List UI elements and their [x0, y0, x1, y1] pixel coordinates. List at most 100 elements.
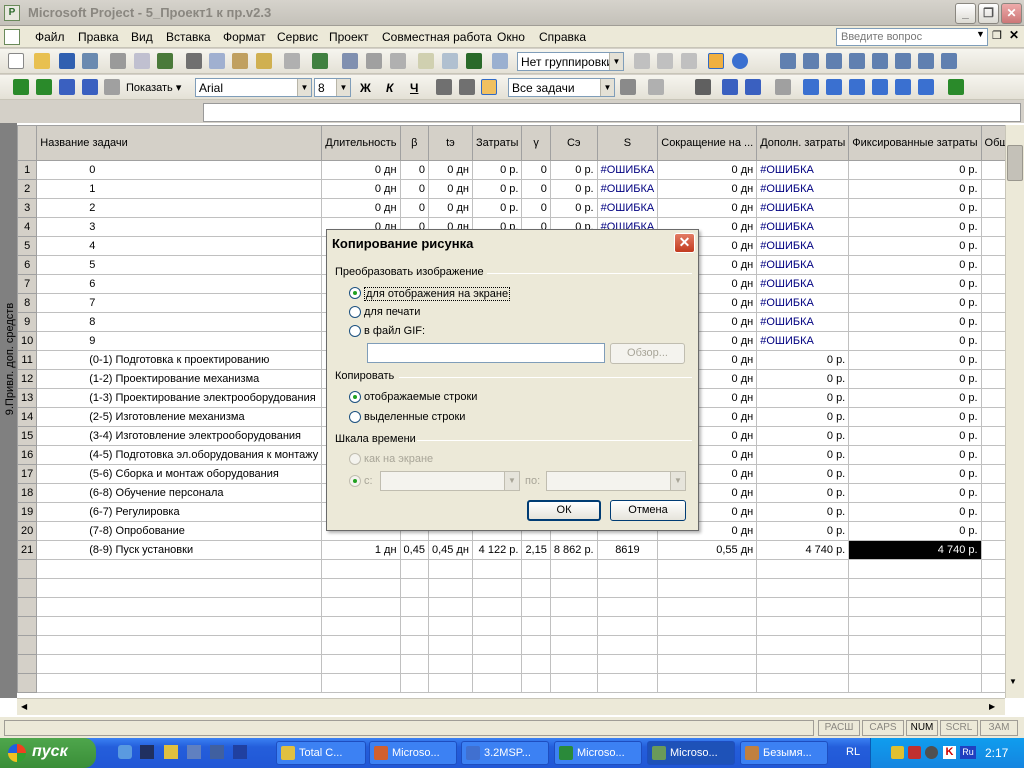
table-cell[interactable]	[657, 578, 758, 598]
table-cell[interactable]: 5	[36, 255, 323, 275]
minimize-button[interactable]: _	[955, 3, 976, 24]
table-cell[interactable]: (3-4) Изготовление электрооборудования	[36, 426, 323, 446]
radio-for-screen[interactable]	[349, 287, 361, 299]
pct-50-icon[interactable]	[849, 79, 865, 95]
format-painter-icon[interactable]	[256, 53, 272, 69]
print-icon[interactable]	[110, 53, 126, 69]
row-number-header[interactable]	[16, 125, 38, 161]
menu-edit[interactable]: Правка	[78, 30, 119, 44]
table-cell[interactable]	[549, 559, 598, 579]
empty-row[interactable]	[16, 559, 1024, 579]
table-cell[interactable]: 0 р.	[471, 198, 523, 218]
table-cell[interactable]: 8 862 р.	[549, 540, 598, 560]
table-cell[interactable]	[657, 597, 758, 617]
paste-icon[interactable]	[232, 53, 248, 69]
menu-project[interactable]: Проект	[329, 30, 369, 44]
taskbar-item-msp[interactable]: 3.2MSP...	[461, 741, 549, 765]
row-number[interactable]: 5	[16, 236, 38, 256]
column-header[interactable]: Сэ	[549, 125, 598, 161]
table-cell[interactable]: 0 дн	[657, 160, 758, 180]
table-cell[interactable]: 0 р.	[756, 350, 850, 370]
table-cell[interactable]: (1-2) Проектирование механизма	[36, 369, 323, 389]
table-cell[interactable]: #ОШИБКА	[756, 293, 850, 313]
table-cell[interactable]: 0 дн	[427, 179, 473, 199]
row-number[interactable]: 17	[16, 464, 38, 484]
table-cell[interactable]: (0-1) Подготовка к проектированию	[36, 350, 323, 370]
table-cell[interactable]: 0 р.	[848, 369, 982, 389]
table-cell[interactable]: #ОШИБКА	[756, 236, 850, 256]
table-cell[interactable]	[427, 635, 473, 655]
view-3-icon[interactable]	[826, 53, 842, 69]
table-cell[interactable]	[399, 559, 429, 579]
row-number[interactable]: 1	[16, 160, 38, 180]
table-cell[interactable]: 0 р.	[756, 502, 850, 522]
view-6-icon[interactable]	[895, 53, 911, 69]
table-cell[interactable]	[321, 597, 401, 617]
table-cell[interactable]	[471, 635, 523, 655]
table-cell[interactable]: 2,15	[521, 540, 551, 560]
table-cell[interactable]	[471, 654, 523, 674]
ok-button[interactable]: ОК	[527, 500, 601, 521]
table-cell[interactable]	[596, 597, 659, 617]
table-cell[interactable]: (6-7) Регулировка	[36, 502, 323, 522]
zoom-in-icon[interactable]	[634, 53, 650, 69]
label-for-print[interactable]: для печати	[364, 306, 420, 318]
table-cell[interactable]	[756, 559, 850, 579]
browse-button[interactable]: Обзор...	[610, 343, 685, 364]
security-icon[interactable]	[891, 746, 904, 759]
collaborate-icon[interactable]	[948, 79, 964, 95]
vertical-scrollbar[interactable]: ▼	[1005, 125, 1024, 698]
copy-icon[interactable]	[209, 53, 225, 69]
table-cell[interactable]: 0 дн	[321, 198, 401, 218]
table-cell[interactable]	[756, 635, 850, 655]
pct-25-icon[interactable]	[826, 79, 842, 95]
table-cell[interactable]: 0 р.	[756, 407, 850, 427]
autofilter-icon[interactable]	[620, 79, 636, 95]
row-number[interactable]: 14	[16, 407, 38, 427]
menu-help[interactable]: Справка	[539, 30, 586, 44]
table-cell[interactable]	[848, 578, 982, 598]
label-shown-rows[interactable]: отображаемые строки	[364, 391, 477, 403]
row-number[interactable]: 2	[16, 179, 38, 199]
row-number[interactable]: 20	[16, 521, 38, 541]
column-header[interactable]: Сокращение на ...	[657, 125, 758, 161]
row-number[interactable]: 6	[16, 255, 38, 275]
table-cell[interactable]	[321, 578, 401, 598]
link-tasks-icon[interactable]	[342, 53, 358, 69]
table-cell[interactable]: 4 740 р.	[848, 540, 982, 560]
spellcheck-icon[interactable]	[157, 53, 173, 69]
antivirus-icon[interactable]	[908, 746, 921, 759]
table-cell[interactable]	[36, 673, 323, 693]
table-cell[interactable]: 0 дн	[321, 179, 401, 199]
start-button[interactable]: пуск	[0, 738, 96, 768]
table-cell[interactable]	[427, 559, 473, 579]
table-cell[interactable]: (5-6) Сборка и монтаж оборудования	[36, 464, 323, 484]
table-cell[interactable]: (8-9) Пуск установки	[36, 540, 323, 560]
doc-restore-icon[interactable]: ❐	[992, 29, 1002, 42]
quicklaunch-icon[interactable]	[140, 745, 154, 759]
table-cell[interactable]	[427, 597, 473, 617]
table-cell[interactable]	[427, 578, 473, 598]
indent-icon[interactable]	[36, 79, 52, 95]
row-number[interactable]: 3	[16, 198, 38, 218]
table-cell[interactable]: 4 122 р.	[471, 540, 523, 560]
table-cell[interactable]: 0 р.	[848, 255, 982, 275]
table-row[interactable]: 320 дн 0 0 дн 0 р. 0 0 р. #ОШИБКА 0 дн #ОШИБКА 0 …	[16, 198, 1024, 218]
table-cell[interactable]: (1-3) Проектирование электрооборудования	[36, 388, 323, 408]
table-cell[interactable]	[399, 578, 429, 598]
table-cell[interactable]: 0 дн	[321, 160, 401, 180]
table-cell[interactable]	[36, 654, 323, 674]
from-date-dropdown[interactable]: ▼	[380, 471, 520, 491]
table-cell[interactable]	[36, 597, 323, 617]
table-cell[interactable]: 3	[36, 217, 323, 237]
table-cell[interactable]: (7-8) Опробование	[36, 521, 323, 541]
row-number[interactable]: 8	[16, 293, 38, 313]
gantt-wizard-icon[interactable]	[648, 79, 664, 95]
table-cell[interactable]	[36, 559, 323, 579]
pct-75-icon[interactable]	[872, 79, 888, 95]
table-cell[interactable]: #ОШИБКА	[756, 198, 850, 218]
table-row[interactable]: 21 (8-9) Пуск установки 1 дн 0,45 0,45 дн 4 1…	[16, 540, 1024, 560]
table-cell[interactable]: 0 р.	[549, 179, 598, 199]
tracking-icon[interactable]	[695, 79, 711, 95]
table-cell[interactable]	[596, 635, 659, 655]
